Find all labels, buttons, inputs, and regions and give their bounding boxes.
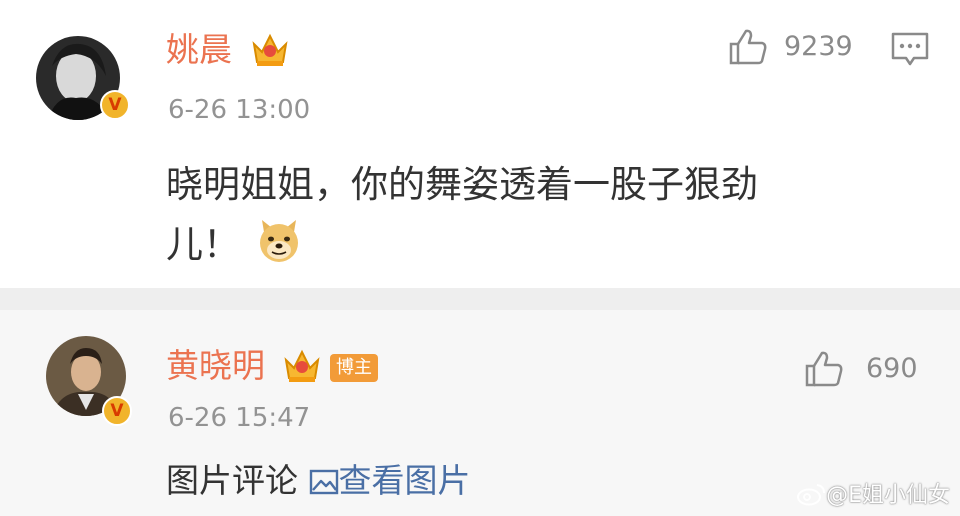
like-count: 9239 — [784, 31, 853, 62]
crown-icon — [284, 349, 320, 382]
thumbs-up-icon[interactable] — [728, 28, 768, 66]
image-icon — [309, 469, 338, 495]
verified-badge: V — [100, 90, 130, 120]
blogger-tag: 博主 — [330, 354, 378, 382]
view-image-label[interactable]: 查看图片 — [339, 461, 471, 500]
comment-text: 图片评论 查看图片 — [166, 456, 471, 506]
doge-emoji-icon — [260, 220, 298, 262]
comment-item: V 黄晓明 博主 6-26 15:47 690 图片评论 查看图片 @E姐小仙女 — [0, 310, 960, 516]
comment-item: V 姚晨 6-26 13:00 9239 晓明姐姐，你的舞姿透着一股子狠劲 儿！ — [0, 0, 960, 288]
comment-text: 儿！ — [166, 223, 240, 266]
reply-comment-icon[interactable] — [890, 30, 930, 68]
comment-time: 6-26 13:00 — [168, 95, 311, 125]
crown-icon — [252, 33, 288, 66]
weibo-logo-icon — [797, 484, 826, 506]
commenter-name[interactable]: 黄晓明 — [166, 346, 265, 386]
like-count: 690 — [866, 353, 918, 384]
view-image-link[interactable]: 查看图片 — [309, 461, 471, 500]
comment-time: 6-26 15:47 — [168, 403, 311, 433]
comment-text: 晓明姐姐，你的舞姿透着一股子狠劲 — [166, 163, 758, 206]
verified-badge: V — [102, 396, 132, 426]
watermark-text: @E姐小仙女 — [826, 483, 950, 508]
thumbs-up-icon[interactable] — [804, 350, 844, 388]
image-comment-label: 图片评论 — [166, 461, 298, 500]
divider — [0, 288, 960, 310]
commenter-name[interactable]: 姚晨 — [166, 30, 232, 70]
watermark: @E姐小仙女 — [796, 482, 950, 510]
